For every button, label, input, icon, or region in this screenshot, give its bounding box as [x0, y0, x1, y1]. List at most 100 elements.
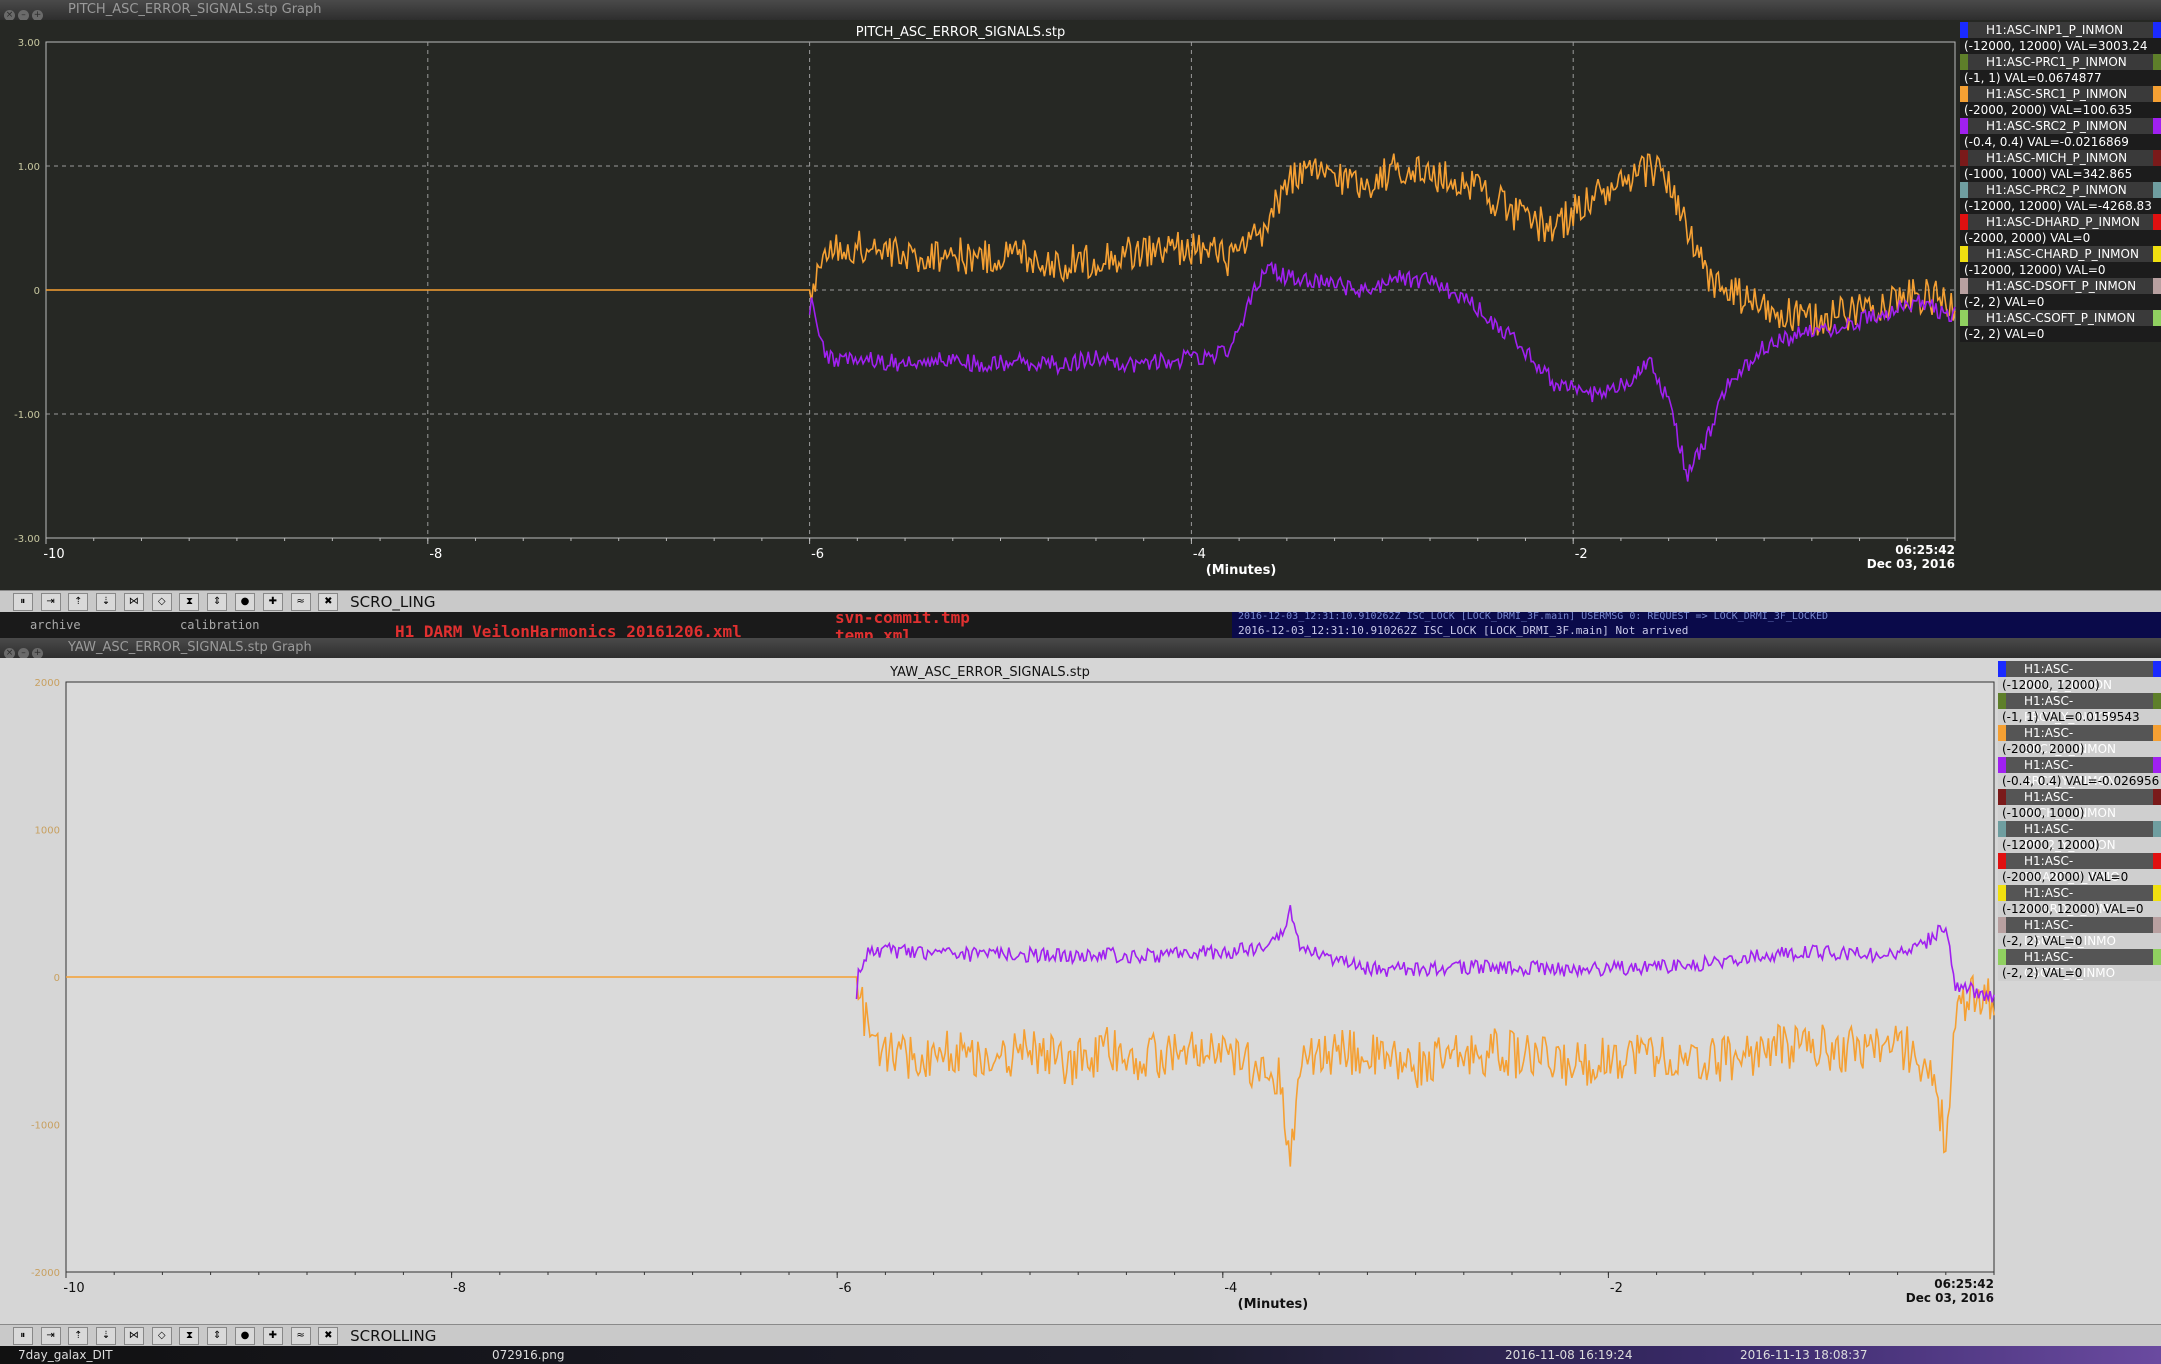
config-icon[interactable]: ✖: [318, 593, 339, 611]
legend-channel-value: (-2, 2) VAL=0: [1998, 965, 2161, 981]
legend-entry[interactable]: H1:ASC-PRC1_P_INMON (-1, 1) VAL=0.0674877: [1960, 54, 2161, 86]
pause-icon[interactable]: ⏸: [12, 593, 33, 611]
x-tick-label: -8: [453, 1281, 466, 1296]
record-icon[interactable]: ●: [235, 1327, 256, 1345]
legend-entry[interactable]: H1:ASC-CHARD_P_INMON (-12000, 12000) VAL=…: [1960, 246, 2161, 278]
x-tick-label: -2: [1610, 1281, 1623, 1296]
legend-channel-name: H1:ASC-SRC1_P_INMON: [1960, 86, 2161, 102]
zoom-in-x-icon[interactable]: ⋈: [123, 593, 144, 611]
legend-entry[interactable]: H1:ASC-DSOFT_P_INMON (-2, 2) VAL=0: [1960, 278, 2161, 310]
bg-log-line: 2016-12-03_12:31:10.910262Z ISC_LOCK [LO…: [1238, 624, 1689, 637]
x-tick-label: -6: [839, 1281, 852, 1296]
x-tick-label: -4: [1224, 1281, 1237, 1296]
y-tick-label: 2000: [35, 678, 60, 689]
bg-left-text: archive: [30, 618, 81, 632]
legend-entry[interactable]: H1:ASC-CHARD_Y_INMO(-12000, 12000) VAL=0: [1998, 885, 2161, 917]
zoom-out-x-icon[interactable]: ◇: [151, 593, 172, 611]
time-stamp: 06:25:42: [1934, 1277, 1994, 1291]
y-tick-label: -1000: [31, 1121, 60, 1132]
legend-entry[interactable]: H1:ASC-CSOFT_Y_INMO(-2, 2) VAL=0: [1998, 949, 2161, 981]
x-tick-label: -10: [63, 1281, 84, 1296]
legend-entry[interactable]: H1:ASC-PRC2_Y_INMON(-12000, 12000) VAL=4…: [1998, 821, 2161, 868]
compress-y-icon[interactable]: ⇣: [96, 593, 117, 611]
yaw-toolbar: ⏸ ⇥ ⇡ ⇣ ⋈ ◇ ⧗ ⇕ ● ✚ ≈ ✖ SCROLLING: [0, 1324, 2161, 1346]
wave-icon[interactable]: ≈: [290, 1327, 311, 1345]
legend-channel-name: H1:ASC-INP1_Y_INMON: [1998, 661, 2161, 692]
legend-channel-value: (-0.4, 0.4) VAL=-0.0216869: [1960, 134, 2161, 150]
compress-y-icon[interactable]: ⇣: [96, 1327, 117, 1345]
yaw-chart[interactable]: -10 -8 -6 -4 -2 2000 1000 0 -1000 -2000 YAW_ASC_ER…: [0, 658, 2161, 1325]
plus-icon[interactable]: ✚: [262, 593, 283, 611]
zoom-in-x-icon[interactable]: ⋈: [123, 1327, 144, 1345]
legend-entry[interactable]: H1:ASC-CSOFT_P_INMON (-2, 2) VAL=0: [1960, 310, 2161, 342]
legend-channel-value: (-12000, 12000) VAL=4439: [1998, 837, 2161, 868]
legend-entry[interactable]: H1:ASC-SRC2_P_INMON (-0.4, 0.4) VAL=-0.02…: [1960, 118, 2161, 150]
scrolling-label: SCRO_LING: [350, 593, 436, 611]
expand-y-icon[interactable]: ⇡: [68, 593, 89, 611]
pitch-chart[interactable]: -10 -8 -6 -4 -2 3.00 1.00 0 -1.00 -3.00 PITCH_ASC_…: [0, 20, 2161, 592]
x-tick-label: -6: [811, 547, 824, 562]
y-tick-label: 1000: [35, 826, 60, 837]
taskbar-item[interactable]: 072916.png: [492, 1348, 564, 1362]
bg-calibration-text: calibration: [180, 618, 260, 632]
legend-entry[interactable]: H1:ASC-SRC1_P_INMON (-2000, 2000) VAL=100…: [1960, 86, 2161, 118]
legend-entry[interactable]: H1:ASC-SRC1_Y_INMON(-2000, 2000) VAL=161…: [1998, 725, 2161, 772]
legend-entry[interactable]: H1:ASC-INP1_Y_INMON(-12000, 12000) VAL=2…: [1998, 661, 2161, 708]
legend-channel-name: H1:ASC-PRC1_P_INMON: [1960, 54, 2161, 70]
legend-entry[interactable]: H1:ASC-MICH_P_INMON (-1000, 1000) VAL=342…: [1960, 150, 2161, 182]
x-tick-label: -8: [429, 547, 442, 562]
legend-channel-name: H1:ASC-SRC1_Y_INMON: [1998, 725, 2161, 756]
legend-entry[interactable]: H1:ASC-INP1_P_INMON (-12000, 12000) VAL=3…: [1960, 22, 2161, 54]
legend-channel-name: H1:ASC-SRC2_Y_INMON: [1998, 757, 2161, 788]
record-icon[interactable]: ●: [235, 593, 256, 611]
x-axis-label: (Minutes): [1206, 563, 1277, 578]
pause-icon[interactable]: ⏸: [12, 1327, 33, 1345]
scrolling-label: SCROLLING: [350, 1327, 437, 1345]
legend-channel-value: (-2, 2) VAL=0: [1960, 294, 2161, 310]
x-tick-label: -4: [1193, 547, 1206, 562]
legend-channel-name: H1:ASC-DHARD_P_INMON: [1960, 214, 2161, 230]
legend-channel-value: (-1000, 1000) VAL=153.82: [1998, 805, 2161, 836]
legend-channel-name: H1:ASC-CHARD_Y_INMO: [1998, 885, 2161, 916]
bg-log-line-top: 2016-12-03_12:31:10.910262Z ISC_LOCK [LO…: [1238, 611, 1829, 622]
legend-channel-name: H1:ASC-PRC2_Y_INMON: [1998, 821, 2161, 852]
step-forward-icon[interactable]: ⇥: [40, 1327, 61, 1345]
legend-channel-value: (-12000, 12000) VAL=0: [1998, 901, 2161, 917]
yaw-titlebar[interactable]: × – + YAW_ASC_ERROR_SIGNALS.stp Graph: [0, 638, 2161, 659]
x-axis-label: (Minutes): [1238, 1297, 1309, 1312]
plus-icon[interactable]: ✚: [262, 1327, 283, 1345]
taskbar: 7day_galax_DIT 072916.png 2016-11-08 16:…: [0, 1346, 2161, 1364]
expand-y-icon[interactable]: ⇡: [68, 1327, 89, 1345]
taskbar-item[interactable]: 2016-11-08 16:19:24: [1505, 1348, 1632, 1362]
legend-entry[interactable]: H1:ASC-DHARD_Y_INMO(-2000, 2000) VAL=0: [1998, 853, 2161, 885]
pitch-window-title: PITCH_ASC_ERROR_SIGNALS.stp Graph: [68, 2, 322, 17]
legend-channel-name: H1:ASC-DSOFT_Y_INMO: [1998, 917, 2161, 948]
x-tick-label: -2: [1575, 547, 1588, 562]
taskbar-item[interactable]: 2016-11-13 18:08:37: [1740, 1348, 1867, 1362]
legend-entry[interactable]: H1:ASC-PRC2_P_INMON (-12000, 12000) VAL=-…: [1960, 182, 2161, 214]
legend-entry[interactable]: H1:ASC-SRC2_Y_INMON(-0.4, 0.4) VAL=-0.02…: [1998, 757, 2161, 789]
pitch-toolbar: ⏸ ⇥ ⇡ ⇣ ⋈ ◇ ⧗ ⇕ ● ✚ ≈ ✖ SCRO_LING: [0, 590, 2161, 612]
legend-entry[interactable]: H1:ASC-PRC1_Y_INMON(-1, 1) VAL=0.0159543: [1998, 693, 2161, 725]
legend-channel-value: (-1, 1) VAL=0.0674877: [1960, 70, 2161, 86]
vertical-arrows-icon[interactable]: ⇕: [207, 1327, 228, 1345]
y-tick-label: -3.00: [14, 534, 40, 545]
pitch-titlebar[interactable]: × – + PITCH_ASC_ERROR_SIGNALS.stp Graph: [0, 0, 2161, 21]
vertical-arrows-icon[interactable]: ⇕: [207, 593, 228, 611]
hourglass-icon[interactable]: ⧗: [179, 1327, 200, 1345]
legend-entry[interactable]: H1:ASC-DSOFT_Y_INMO(-2, 2) VAL=0: [1998, 917, 2161, 949]
legend-channel-value: (-2000, 2000) VAL=161.90: [1998, 741, 2161, 772]
hourglass-icon[interactable]: ⧗: [179, 593, 200, 611]
config-icon[interactable]: ✖: [318, 1327, 339, 1345]
legend-channel-name: H1:ASC-INP1_P_INMON: [1960, 22, 2161, 38]
yaw-legend: H1:ASC-INP1_Y_INMON(-12000, 12000) VAL=2…: [1998, 661, 2161, 981]
legend-entry[interactable]: H1:ASC-MICH_Y_INMON(-1000, 1000) VAL=153…: [1998, 789, 2161, 836]
wave-icon[interactable]: ≈: [290, 593, 311, 611]
legend-entry[interactable]: H1:ASC-DHARD_P_INMON (-2000, 2000) VAL=0: [1960, 214, 2161, 246]
zoom-out-x-icon[interactable]: ◇: [151, 1327, 172, 1345]
step-forward-icon[interactable]: ⇥: [40, 593, 61, 611]
taskbar-item[interactable]: 7day_galax_DIT: [18, 1348, 113, 1362]
legend-channel-value: (-12000, 12000) VAL=2536: [1998, 677, 2161, 708]
y-tick-label: 1.00: [18, 162, 40, 173]
legend-channel-value: (-1000, 1000) VAL=342.865: [1960, 166, 2161, 182]
